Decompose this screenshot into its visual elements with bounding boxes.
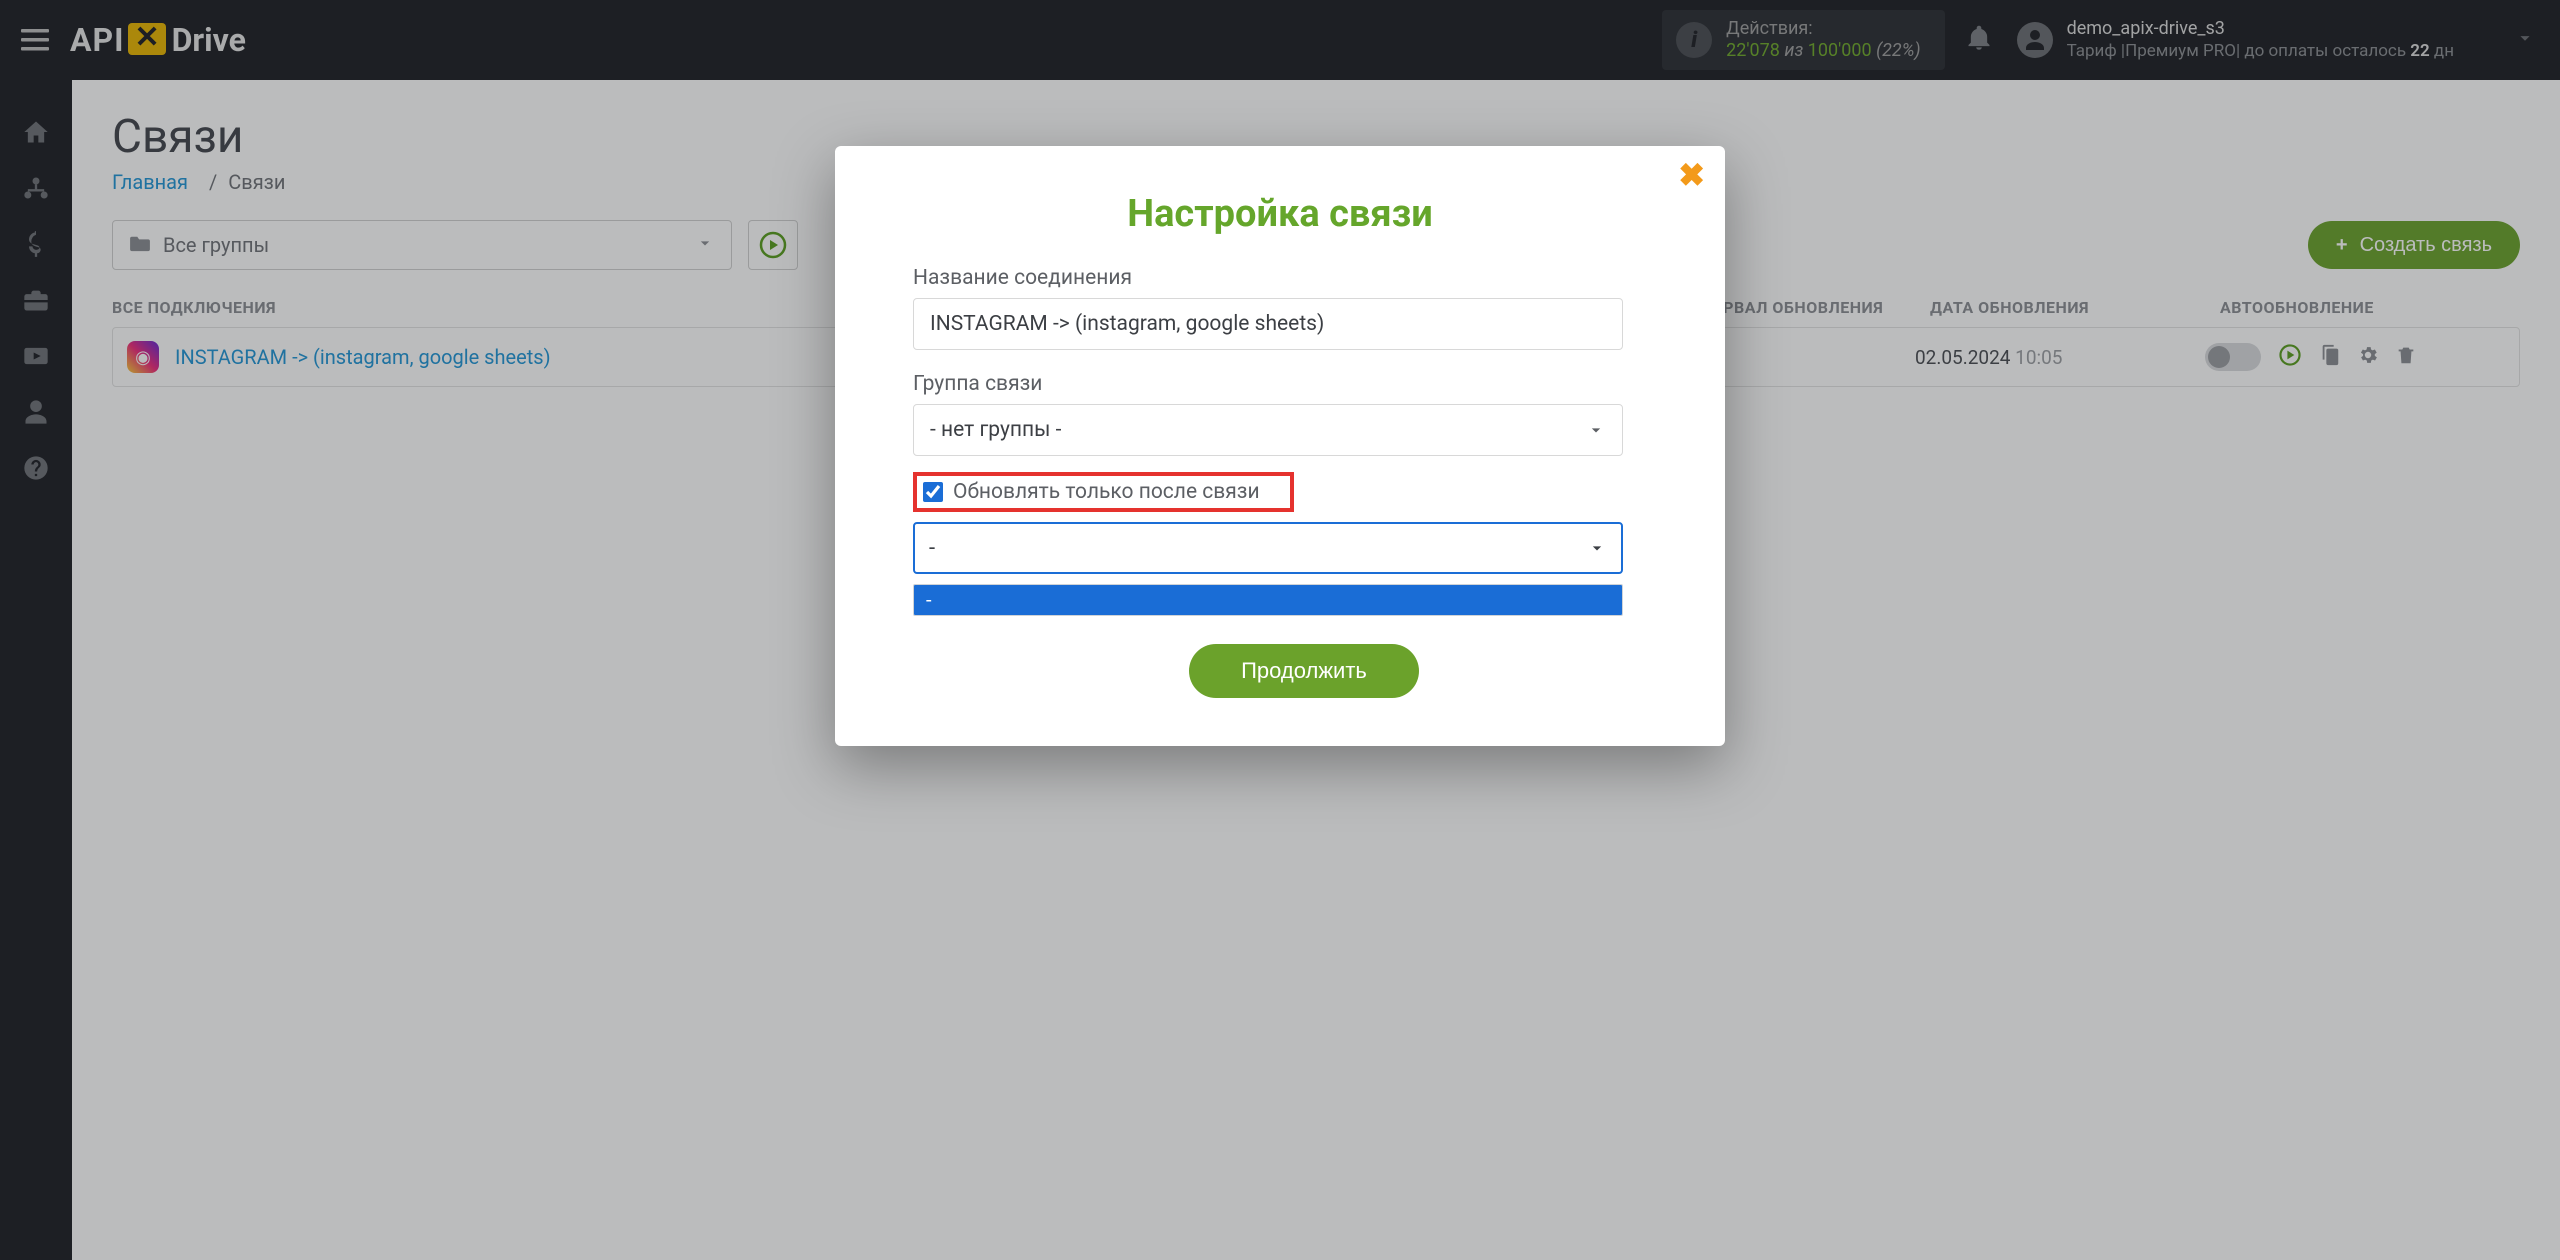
- conn-name-label: Название соединения: [913, 266, 1695, 290]
- connection-settings-modal: ✖ Настройка связи Название соединения IN…: [835, 146, 1725, 746]
- update-after-checkbox[interactable]: [923, 482, 943, 502]
- chevron-down-icon: [1586, 420, 1606, 440]
- after-connection-select[interactable]: -: [913, 522, 1623, 574]
- modal-overlay: ✖ Настройка связи Название соединения IN…: [0, 0, 2560, 1260]
- group-label: Группа связи: [913, 372, 1695, 396]
- conn-name-input[interactable]: INSTAGRAM -> (instagram, google sheets): [913, 298, 1623, 350]
- modal-title: Настройка связи: [865, 192, 1695, 236]
- chevron-down-icon: [1587, 538, 1607, 558]
- after-connection-dropdown: -: [913, 584, 1623, 616]
- continue-button[interactable]: Продолжить: [1189, 644, 1419, 698]
- group-select[interactable]: - нет группы -: [913, 404, 1623, 456]
- update-after-label[interactable]: Обновлять только после связи: [953, 480, 1260, 504]
- update-after-highlight: Обновлять только после связи: [913, 472, 1294, 512]
- close-icon[interactable]: ✖: [1678, 156, 1705, 194]
- dropdown-option[interactable]: -: [914, 585, 1622, 615]
